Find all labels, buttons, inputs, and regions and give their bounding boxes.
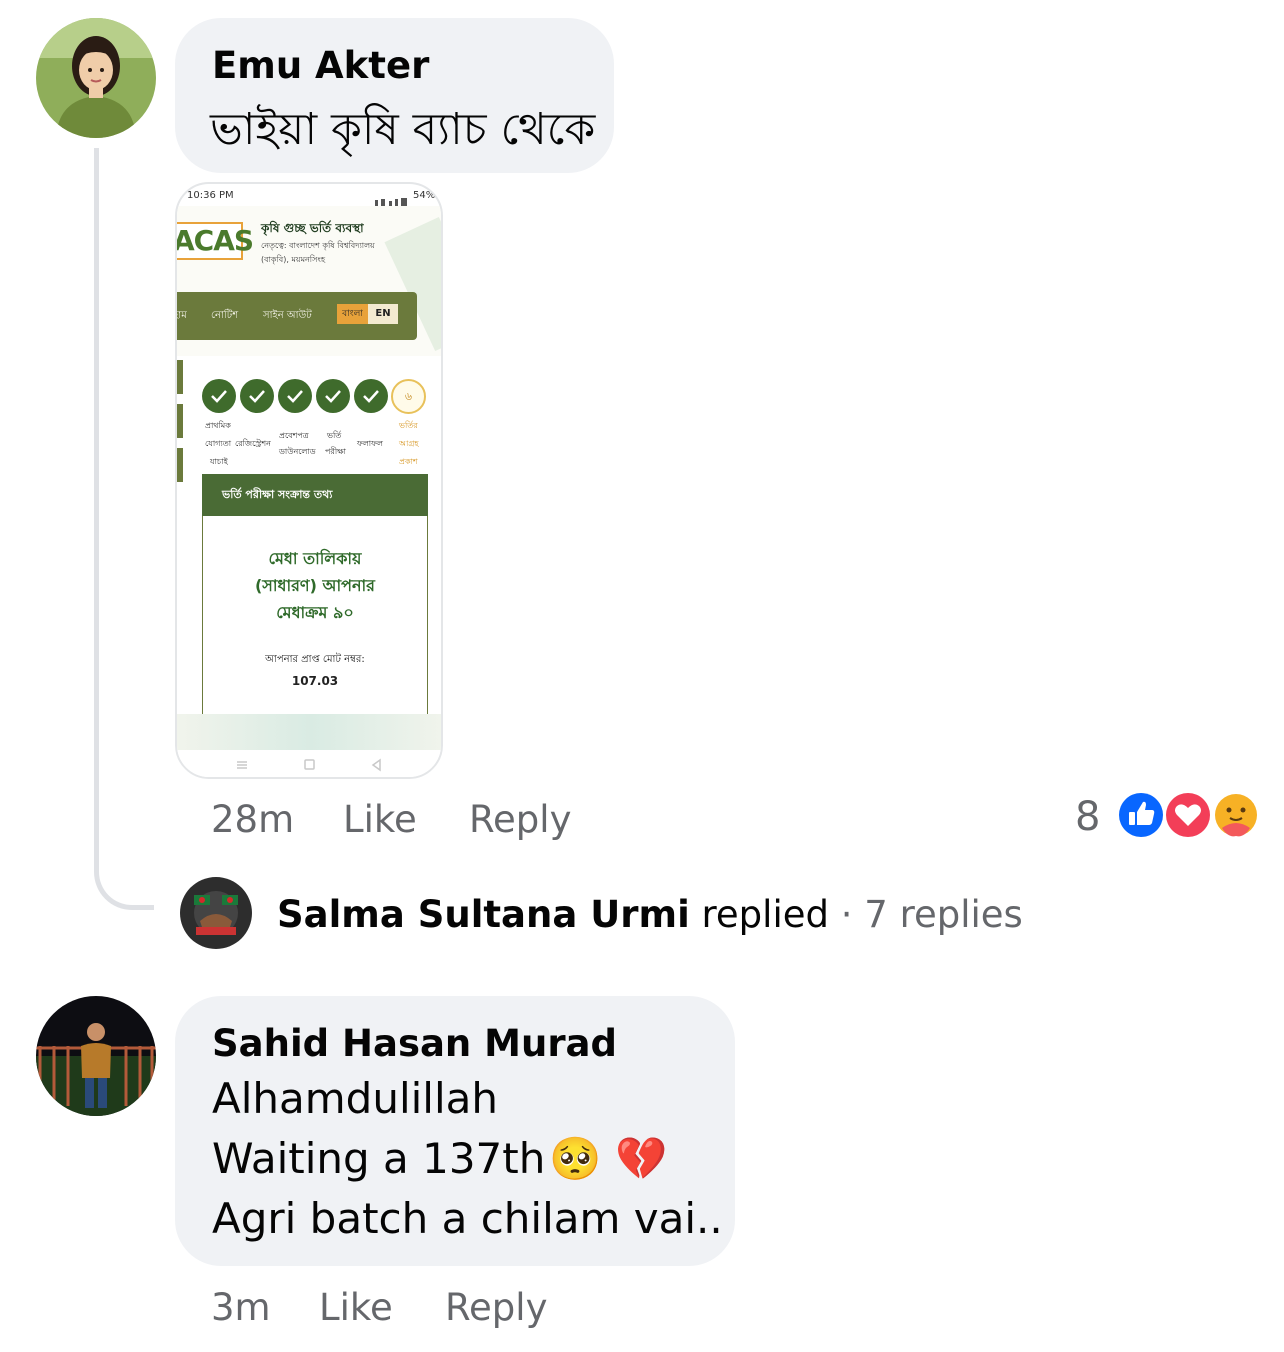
step-label-1a: প্রাথমিক bbox=[205, 421, 231, 430]
replier-name[interactable]: Salma Sultana Urmi bbox=[277, 893, 690, 936]
side-tab-3 bbox=[177, 448, 183, 482]
reaction-count[interactable]: 8 bbox=[1075, 794, 1100, 840]
bottom-decor bbox=[177, 714, 441, 750]
love-icon bbox=[1163, 790, 1213, 840]
separator-dot: · bbox=[840, 893, 853, 936]
step-label-3a: প্রবেশপত্র bbox=[279, 431, 309, 440]
step-check-3 bbox=[278, 379, 312, 413]
acas-logo: ACAS bbox=[175, 224, 254, 257]
step-label-5: ফলাফল bbox=[357, 439, 383, 448]
comment-line-3: Agri batch a chilam vai.. bbox=[212, 1194, 723, 1243]
reactions-summary[interactable] bbox=[1114, 788, 1264, 842]
step-label-4b: পরীক্ষা bbox=[325, 447, 346, 456]
nav-notice[interactable]: নোটিশ bbox=[211, 308, 238, 325]
comment-timestamp[interactable]: 3m bbox=[211, 1286, 271, 1329]
marks-value: 107.03 bbox=[291, 674, 339, 688]
broken-heart-emoji: 💔 bbox=[615, 1134, 668, 1183]
like-button[interactable]: Like bbox=[319, 1286, 393, 1329]
comment-line-2: Waiting a 137th🥺 💔 bbox=[212, 1134, 667, 1184]
replied-verb: replied bbox=[701, 893, 829, 936]
lang-bn-button[interactable]: বাংলা bbox=[337, 304, 368, 324]
like-button[interactable]: Like bbox=[343, 798, 417, 841]
comment-author[interactable]: Emu Akter bbox=[212, 44, 429, 87]
site-subtitle-2: (বাকৃবি), ময়মনসিংহ bbox=[261, 255, 326, 264]
reply-button[interactable]: Reply bbox=[445, 1286, 547, 1329]
step-label-1b: যোগ্যতা bbox=[205, 439, 232, 448]
step-six-circle: ৬ bbox=[391, 379, 426, 414]
step-check-4 bbox=[316, 379, 350, 413]
comment-author[interactable]: Sahid Hasan Murad bbox=[212, 1022, 617, 1065]
site-title: কৃষি গুচ্ছ ভর্তি ব্যবস্থা bbox=[261, 221, 364, 235]
step-label-1c: যাচাই bbox=[210, 457, 228, 466]
replies-summary[interactable]: Salma Sultana Urmi replied · 7 replies bbox=[277, 893, 1023, 936]
status-bar-battery: 54% bbox=[413, 190, 436, 201]
status-bar-icons bbox=[375, 192, 409, 206]
step-check-5 bbox=[354, 379, 388, 413]
avatar-salma-sultana-urmi[interactable] bbox=[180, 877, 252, 949]
step-label-6b: আগ্রহ bbox=[399, 439, 419, 448]
step-check-1 bbox=[202, 379, 236, 413]
lang-en-button[interactable]: EN bbox=[368, 304, 398, 324]
nav-signout[interactable]: সাইন আউট bbox=[263, 308, 312, 325]
comment-text: ভাইয়া কৃষি ব্যাচ থেকে bbox=[210, 104, 596, 155]
avatar-sahid-hasan-murad[interactable] bbox=[36, 996, 156, 1116]
step-label-6c: প্রকাশ bbox=[399, 457, 418, 466]
merit-line-2: (সাধারণ) আপনার bbox=[254, 576, 375, 595]
site-subtitle-1: নেতৃত্বে: বাংলাদেশ কৃষি বিশ্ববিদ্যালয় bbox=[261, 241, 375, 250]
avatar-emu-akter[interactable] bbox=[36, 18, 156, 138]
step-label-6a: ভর্তির bbox=[399, 421, 418, 430]
nav-home[interactable]: হোম bbox=[177, 308, 187, 325]
reply-count[interactable]: 7 replies bbox=[864, 893, 1023, 936]
android-nav-bar bbox=[177, 750, 441, 777]
step-label-4a: ভর্তি bbox=[327, 431, 342, 440]
comment-timestamp[interactable]: 28m bbox=[211, 798, 294, 841]
merit-line-1: মেধা তালিকায় bbox=[268, 549, 362, 568]
reply-button[interactable]: Reply bbox=[469, 798, 571, 841]
result-card-header: ভর্তি পরীক্ষা সংক্রান্ত তথ্য bbox=[202, 474, 428, 516]
step-label-3b: ডাউনলোড bbox=[279, 447, 316, 456]
side-tab-2 bbox=[177, 404, 183, 438]
comment-line-1: Alhamdulillah bbox=[212, 1074, 498, 1123]
status-bar-time: 10:36 PM bbox=[187, 190, 234, 201]
step-check-2 bbox=[240, 379, 274, 413]
marks-label: আপনার প্রাপ্ত মোট নম্বর: bbox=[265, 654, 365, 665]
comment-image-attachment[interactable]: 10:36 PM 54% ACAS কৃষি গুচ্ছ ভর্তি ব্যবস… bbox=[175, 182, 443, 779]
like-icon bbox=[1116, 790, 1166, 840]
side-tab-1 bbox=[177, 360, 183, 394]
merit-line-3: মেধাক্রম ৯০ bbox=[276, 603, 354, 622]
thread-connector-line bbox=[94, 148, 154, 910]
care-icon bbox=[1212, 791, 1260, 839]
step-label-2: রেজিস্ট্রেশন bbox=[235, 439, 271, 448]
comment-line-2-text: Waiting a 137th bbox=[212, 1134, 546, 1183]
pleading-face-emoji: 🥺 bbox=[549, 1134, 602, 1183]
